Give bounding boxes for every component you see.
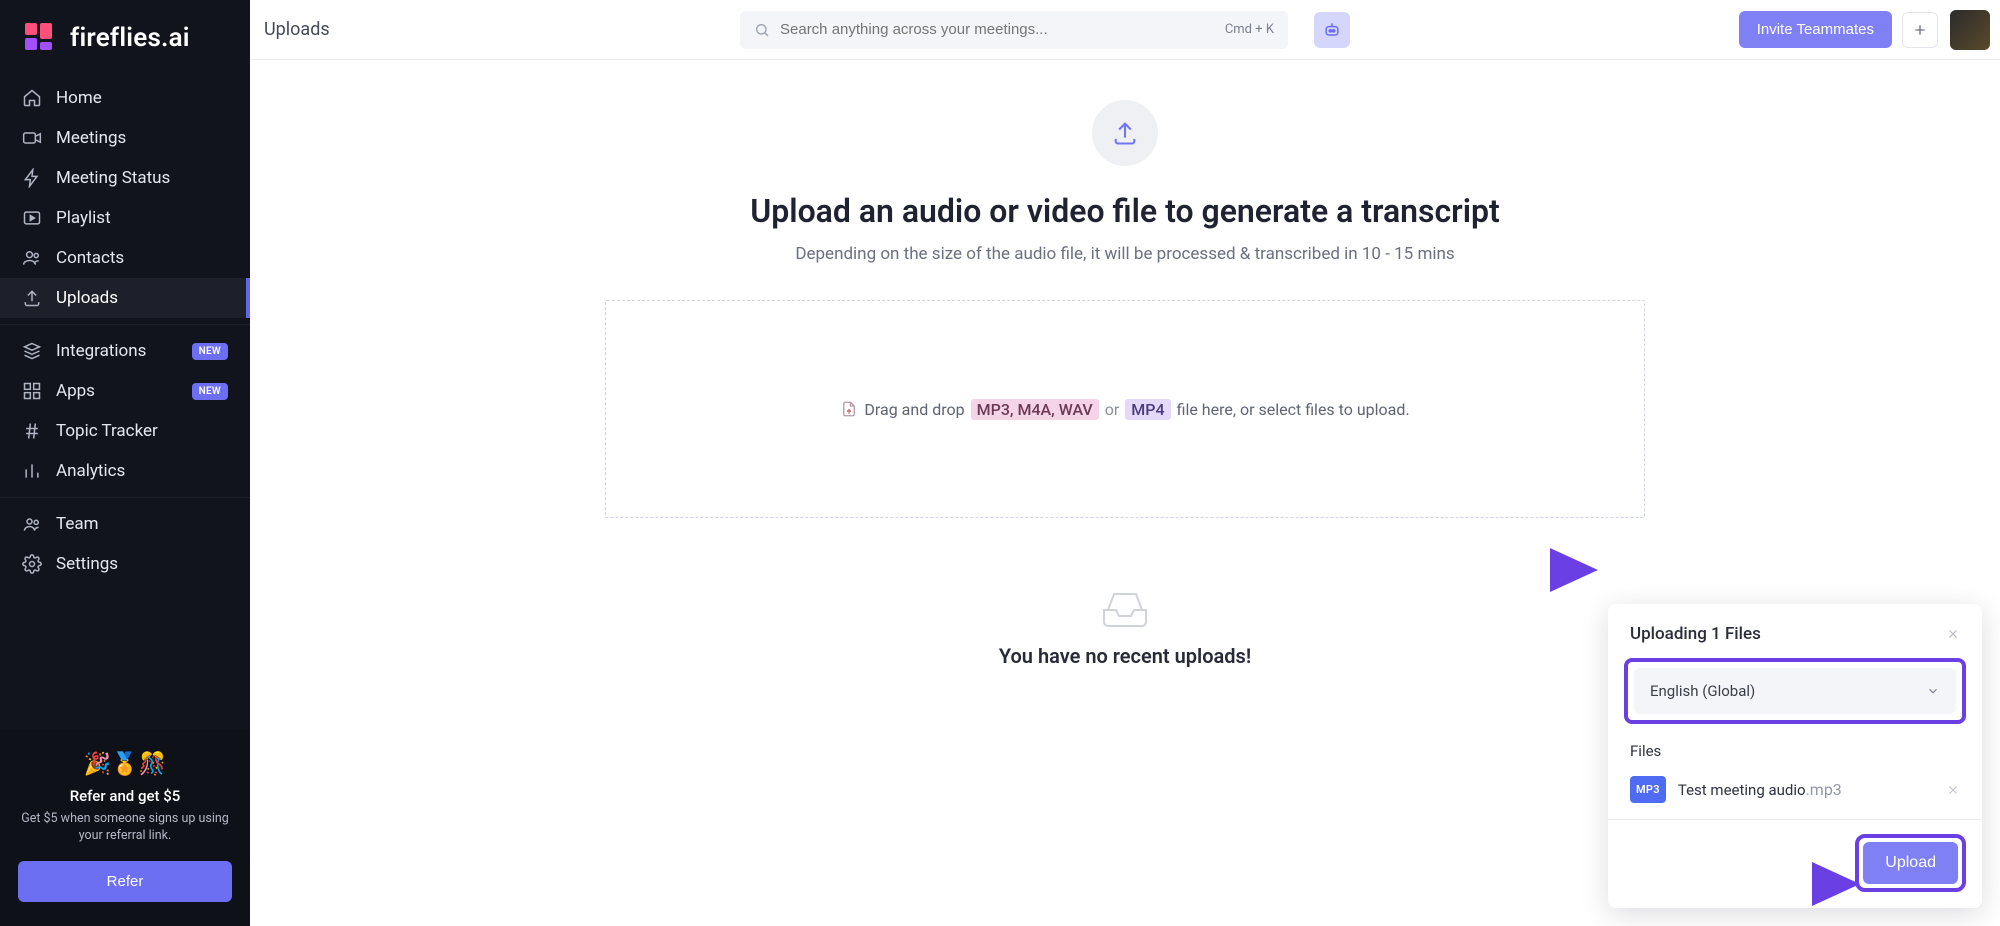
dropzone[interactable]: Drag and drop MP3, M4A, WAV or MP4 file … <box>605 300 1645 518</box>
sidebar-item-uploads[interactable]: Uploads <box>0 278 250 318</box>
files-label: Files <box>1608 734 1982 766</box>
sidebar-item-contacts[interactable]: Contacts <box>0 238 250 278</box>
bolt-icon <box>22 168 42 188</box>
sidebar-item-meetings[interactable]: Meetings <box>0 118 250 158</box>
file-type-badge: MP3 <box>1630 776 1666 803</box>
inbox-icon <box>1098 588 1152 630</box>
header: Uploads Cmd + K Invite Teammates <box>250 0 2000 60</box>
contacts-icon <box>22 248 42 268</box>
new-badge: NEW <box>192 383 228 400</box>
sidebar-item-label: Integrations <box>56 341 178 361</box>
sidebar-item-meeting-status[interactable]: Meeting Status <box>0 158 250 198</box>
language-select[interactable]: English (Global) <box>1634 668 1956 714</box>
refer-subtitle: Get $5 when someone signs up using your … <box>18 811 232 845</box>
gear-icon <box>22 554 42 574</box>
video-icon <box>22 128 42 148</box>
upload-icon <box>22 288 42 308</box>
sidebar-item-label: Contacts <box>56 248 228 268</box>
hash-icon <box>22 421 42 441</box>
search-bar[interactable]: Cmd + K <box>740 11 1288 49</box>
sidebar-item-label: Home <box>56 88 228 108</box>
sidebar-item-settings[interactable]: Settings <box>0 544 250 584</box>
primary-nav: Home Meetings Meeting Status Playlist Co… <box>0 74 250 584</box>
dropzone-or: or <box>1105 400 1120 419</box>
headline: Upload an audio or video file to generat… <box>750 192 1500 230</box>
file-row: MP3 Test meeting audio.mp3 <box>1608 766 1982 819</box>
sidebar-item-analytics[interactable]: Analytics <box>0 451 250 491</box>
playlist-icon <box>22 208 42 228</box>
sidebar-item-playlist[interactable]: Playlist <box>0 198 250 238</box>
sidebar-item-label: Playlist <box>56 208 228 228</box>
close-icon[interactable] <box>1946 627 1960 641</box>
new-badge: NEW <box>192 343 228 360</box>
page-title: Uploads <box>260 19 740 40</box>
fireflies-logo-icon <box>22 20 58 56</box>
assistant-button[interactable] <box>1314 12 1350 48</box>
dropzone-tail: file here, or select files to upload. <box>1177 400 1410 419</box>
stack-icon <box>22 341 42 361</box>
language-highlight: English (Global) <box>1624 658 1966 724</box>
upload-panel: Uploading 1 Files English (Global) Files… <box>1608 604 1982 908</box>
refer-title: Refer and get $5 <box>18 787 232 805</box>
sidebar-item-label: Team <box>56 514 228 534</box>
refer-box: 🎉🏅🎊 Refer and get $5 Get $5 when someone… <box>0 730 250 926</box>
upload-panel-title: Uploading 1 Files <box>1630 624 1761 644</box>
file-ext: .mp3 <box>1806 780 1842 799</box>
subline: Depending on the size of the audio file,… <box>795 244 1454 264</box>
confetti-icon: 🎉🏅🎊 <box>18 752 232 777</box>
user-avatar[interactable] <box>1950 10 1990 50</box>
sidebar-item-home[interactable]: Home <box>0 78 250 118</box>
sidebar: fireflies.ai Home Meetings Meeting Statu… <box>0 0 250 926</box>
sidebar-item-integrations[interactable]: Integrations NEW <box>0 331 250 371</box>
empty-state: You have no recent uploads! <box>999 588 1251 668</box>
remove-file-icon[interactable] <box>1946 783 1960 797</box>
upload-hero-icon <box>1092 100 1158 166</box>
sidebar-item-label: Settings <box>56 554 228 574</box>
brand-name: fireflies.ai <box>70 23 190 53</box>
bars-icon <box>22 461 42 481</box>
audio-formats: MP3, M4A, WAV <box>971 399 1099 420</box>
upload-button-highlight: Upload <box>1855 834 1966 892</box>
team-icon <box>22 514 42 534</box>
language-label: English (Global) <box>1650 682 1755 700</box>
file-name: Test meeting audio <box>1678 781 1806 799</box>
sidebar-item-label: Apps <box>56 381 178 401</box>
video-formats: MP4 <box>1125 399 1170 420</box>
search-input[interactable] <box>780 21 1215 38</box>
sidebar-item-label: Meeting Status <box>56 168 228 188</box>
sidebar-item-team[interactable]: Team <box>0 504 250 544</box>
grid-icon <box>22 381 42 401</box>
brand-logo[interactable]: fireflies.ai <box>0 0 250 74</box>
refer-button[interactable]: Refer <box>18 861 232 902</box>
empty-text: You have no recent uploads! <box>999 644 1251 668</box>
sidebar-item-apps[interactable]: Apps NEW <box>0 371 250 411</box>
home-icon <box>22 88 42 108</box>
add-button[interactable] <box>1902 12 1938 48</box>
dropzone-lead: Drag and drop <box>864 400 964 419</box>
sidebar-item-label: Topic Tracker <box>56 421 228 441</box>
search-icon <box>754 22 770 38</box>
chevron-down-icon <box>1926 684 1940 698</box>
invite-teammates-button[interactable]: Invite Teammates <box>1739 11 1892 48</box>
file-icon <box>840 400 858 418</box>
sidebar-item-label: Meetings <box>56 128 228 148</box>
sidebar-item-topic-tracker[interactable]: Topic Tracker <box>0 411 250 451</box>
search-shortcut: Cmd + K <box>1225 22 1274 37</box>
sidebar-item-label: Uploads <box>56 288 228 308</box>
upload-button[interactable]: Upload <box>1863 842 1958 884</box>
sidebar-item-label: Analytics <box>56 461 228 481</box>
